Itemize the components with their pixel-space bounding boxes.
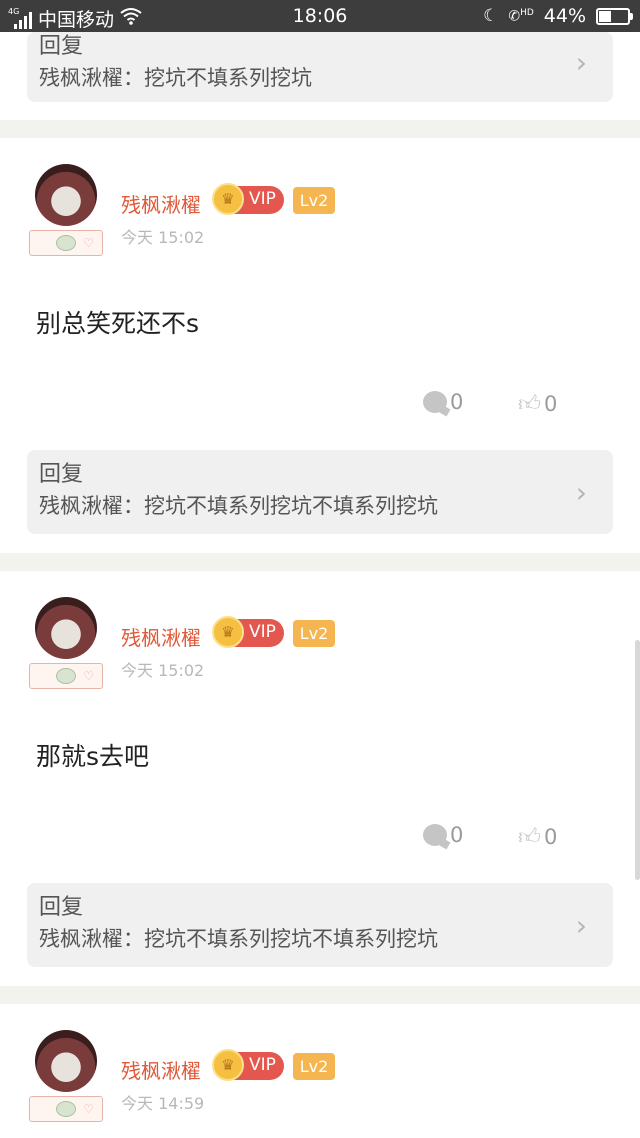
avatar-group[interactable]: ♡	[29, 164, 103, 260]
thumbs-up-icon: 👍︎	[518, 392, 541, 417]
avatar-group[interactable]: ♡	[29, 597, 103, 693]
username[interactable]: 残枫湫櫂	[121, 622, 201, 651]
vip-label: VIP	[249, 189, 276, 209]
like-count: 0	[544, 824, 558, 849]
comment-feed: 回复 残枫湫櫂：挖坑不填系列挖坑 › ♡ 残枫湫櫂 ♛ VIP Lv2 今天 1…	[0, 32, 640, 1138]
comment-content: 那就s去吧	[36, 742, 150, 771]
comment-item: ♡ 残枫湫櫂 ♛ VIP Lv2 今天 15:02 那就s去吧 0 👍︎ 0 回…	[0, 571, 640, 986]
post-time: 今天 14:59	[121, 1094, 205, 1113]
post-time: 今天 15:02	[121, 661, 205, 680]
avatar[interactable]	[35, 597, 97, 659]
level-badge: Lv2	[293, 620, 335, 647]
like-count: 0	[544, 391, 558, 416]
crown-icon: ♛	[212, 1049, 244, 1081]
reply-preview[interactable]: 回复 残枫湫櫂：挖坑不填系列挖坑不填系列挖坑 ›	[27, 450, 613, 534]
avatar-pendant: ♡	[29, 230, 103, 256]
separator	[0, 553, 640, 571]
comment-item: ♡ 残枫湫櫂 ♛ VIP Lv2 今天 15:02 别总笑死还不s 0 👍︎ 0…	[0, 138, 640, 553]
crown-icon: ♛	[212, 616, 244, 648]
separator	[0, 120, 640, 138]
level-badge: Lv2	[293, 187, 335, 214]
comment-bubble-icon	[423, 824, 447, 846]
battery-percent: 44%	[543, 5, 586, 27]
avatar-group[interactable]: ♡	[29, 1030, 103, 1126]
username[interactable]: 残枫湫櫂	[121, 1055, 201, 1084]
reply-preview[interactable]: 回复 残枫湫櫂：挖坑不填系列挖坑 ›	[27, 32, 613, 102]
comment-content: 别总笑死还不s	[36, 309, 200, 338]
reply-title: 回复	[39, 895, 84, 920]
vip-badge[interactable]: ♛ VIP	[212, 183, 284, 215]
separator	[0, 986, 640, 1004]
cake-icon	[56, 235, 76, 251]
chevron-right-icon: ›	[575, 909, 587, 942]
level-badge: Lv2	[293, 1053, 335, 1080]
like-button[interactable]: 👍︎ 0	[518, 823, 558, 851]
heart-icon: ♡	[83, 669, 94, 683]
comment-button[interactable]: 0	[423, 390, 463, 414]
vip-badge[interactable]: ♛ VIP	[212, 616, 284, 648]
comment-item: ♡ 残枫湫櫂 ♛ VIP Lv2 今天 14:59	[0, 1004, 640, 1138]
avatar[interactable]	[35, 164, 97, 226]
avatar-pendant: ♡	[29, 1096, 103, 1122]
avatar-pendant: ♡	[29, 663, 103, 689]
thumbs-up-icon: 👍︎	[518, 825, 541, 850]
battery-icon	[596, 7, 633, 25]
reply-title: 回复	[39, 462, 84, 487]
chevron-right-icon: ›	[575, 476, 587, 509]
crown-icon: ♛	[212, 183, 244, 215]
comment-button[interactable]: 0	[423, 823, 463, 847]
vip-badge[interactable]: ♛ VIP	[212, 1049, 284, 1081]
cake-icon	[56, 1101, 76, 1117]
comment-count: 0	[450, 390, 464, 414]
heart-icon: ♡	[83, 1102, 94, 1116]
status-bar: 4G 中国移动 18:06 ☾ ✆HD 44%	[0, 0, 640, 32]
hd-call-icon: ✆HD	[508, 7, 534, 25]
heart-icon: ♡	[83, 236, 94, 250]
username[interactable]: 残枫湫櫂	[121, 189, 201, 218]
cake-icon	[56, 668, 76, 684]
reply-text: 残枫湫櫂：挖坑不填系列挖坑不填系列挖坑	[39, 927, 438, 951]
moon-icon: ☾	[483, 6, 499, 26]
hd-label: HD	[520, 7, 534, 18]
chevron-right-icon: ›	[575, 46, 587, 79]
vip-label: VIP	[249, 1055, 276, 1075]
post-time: 今天 15:02	[121, 228, 205, 247]
reply-text: 残枫湫櫂：挖坑不填系列挖坑不填系列挖坑	[39, 494, 438, 518]
comment-bubble-icon	[423, 391, 447, 413]
scrollbar[interactable]	[635, 640, 640, 880]
comment-count: 0	[450, 823, 464, 847]
reply-title: 回复	[39, 34, 84, 59]
avatar[interactable]	[35, 1030, 97, 1092]
reply-preview[interactable]: 回复 残枫湫櫂：挖坑不填系列挖坑不填系列挖坑 ›	[27, 883, 613, 967]
vip-label: VIP	[249, 622, 276, 642]
like-button[interactable]: 👍︎ 0	[518, 390, 558, 418]
reply-text: 残枫湫櫂：挖坑不填系列挖坑	[39, 66, 312, 90]
